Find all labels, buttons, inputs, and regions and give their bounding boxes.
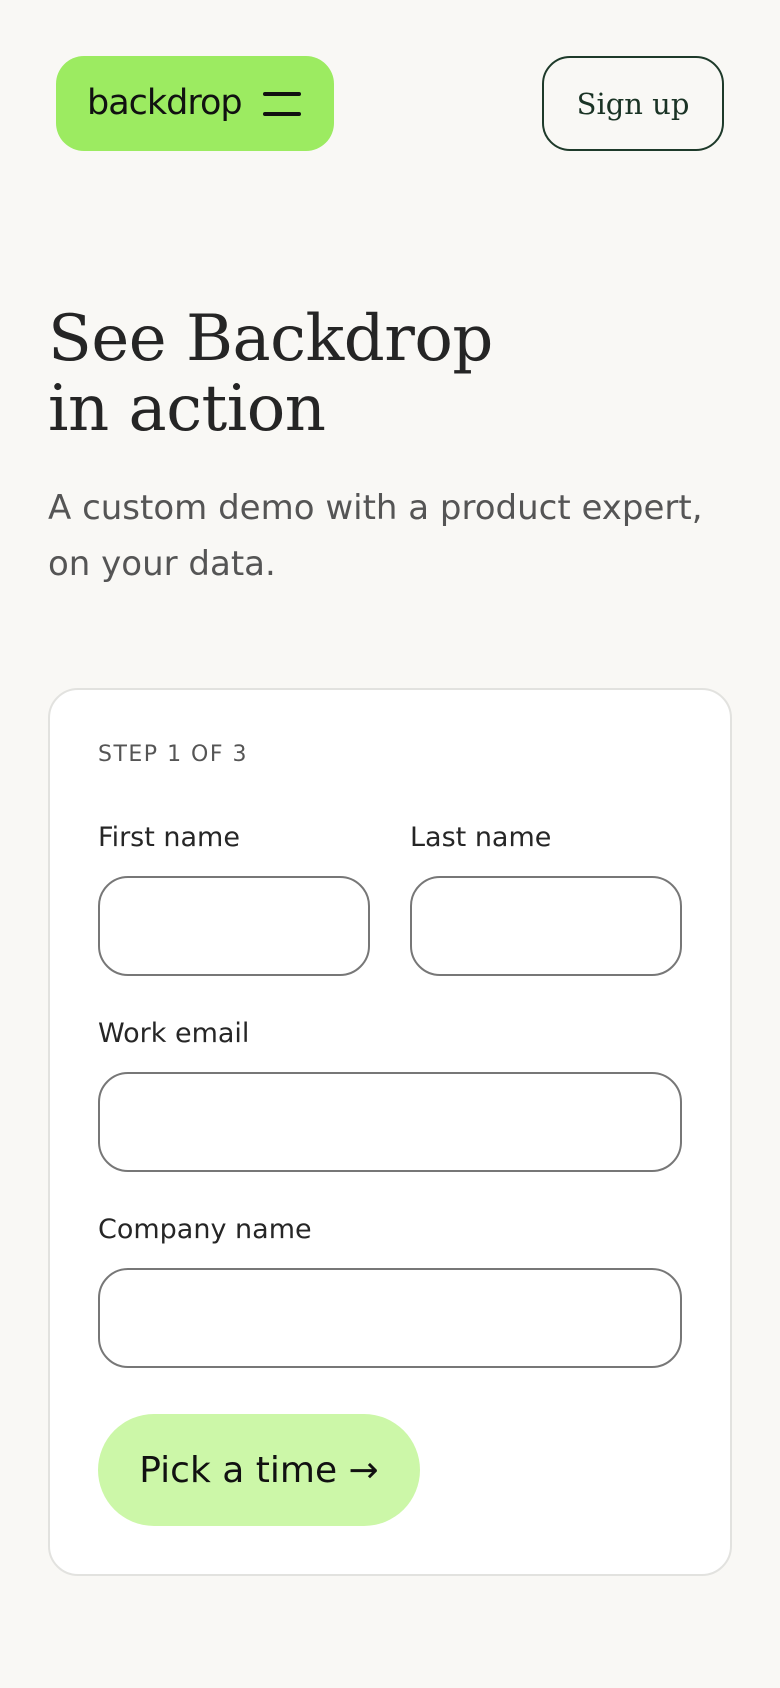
page-title-line-2: in action	[48, 372, 326, 446]
first-name-field[interactable]	[98, 876, 370, 976]
work-email-label: Work email	[98, 1018, 250, 1049]
work-email-field[interactable]	[98, 1072, 682, 1172]
last-name-field[interactable]	[410, 876, 682, 976]
page-title-line-1: See Backdrop	[48, 302, 493, 376]
company-name-label: Company name	[98, 1214, 312, 1245]
page-title: See Backdrop in action	[48, 304, 728, 444]
pick-a-time-button[interactable]: Pick a time →	[98, 1414, 420, 1526]
last-name-label: Last name	[410, 822, 552, 853]
demo-request-form: STEP 1 OF 3 First name Last name Work em…	[48, 688, 732, 1576]
company-name-field[interactable]	[98, 1268, 682, 1368]
backdrop-logo: backdrop	[87, 83, 243, 123]
menu-button[interactable]: backdrop	[56, 56, 334, 151]
sign-up-button[interactable]: Sign up	[542, 56, 724, 151]
hamburger-menu-icon	[263, 92, 301, 116]
page-subtitle: A custom demo with a product expert, on …	[48, 488, 703, 584]
step-indicator: STEP 1 OF 3	[98, 742, 249, 767]
first-name-label: First name	[98, 822, 240, 853]
